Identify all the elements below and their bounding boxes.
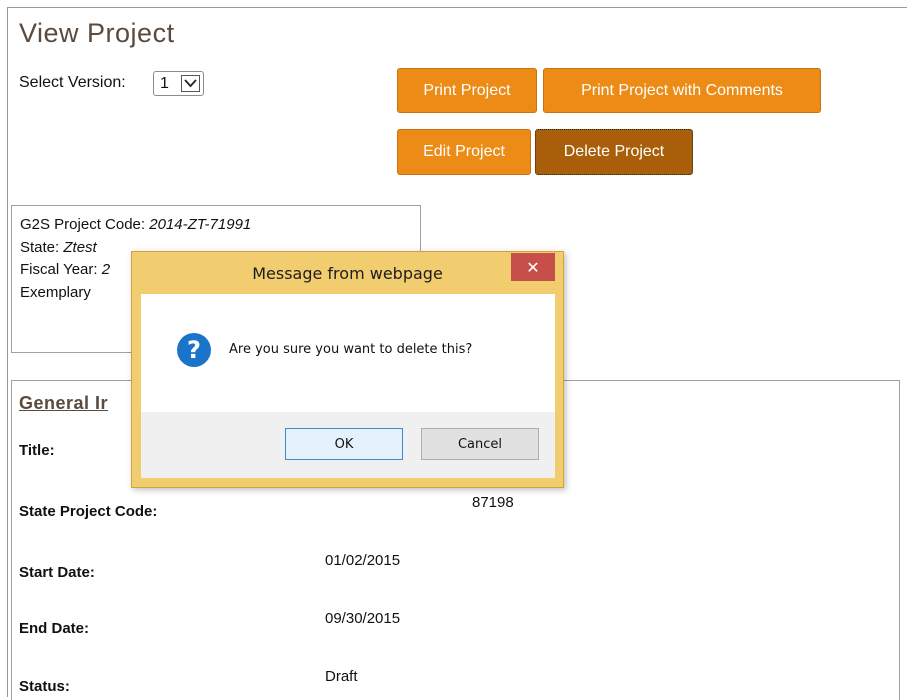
start-date-label: Start Date:	[19, 564, 95, 581]
status-label: Status:	[19, 678, 70, 695]
status-value: Draft	[325, 668, 358, 685]
print-project-button[interactable]: Print Project	[397, 68, 537, 113]
question-icon: ?	[177, 333, 211, 367]
state-label: State:	[20, 238, 60, 256]
fiscal-year-label: Fiscal Year:	[20, 261, 98, 278]
state-value: Ztest	[63, 238, 97, 256]
state-project-code-value: 87198	[472, 494, 514, 511]
project-code-line: G2S Project Code: 2014-ZT-71991	[20, 214, 412, 237]
state-project-code-label: State Project Code:	[19, 503, 158, 520]
ok-button[interactable]: OK	[285, 428, 403, 460]
start-date-value: 01/02/2015	[325, 552, 401, 569]
delete-project-button[interactable]: Delete Project	[535, 129, 693, 175]
close-icon[interactable]: ✕	[511, 253, 555, 281]
end-date-label: End Date:	[19, 620, 90, 637]
page-title: View Project	[19, 18, 175, 48]
project-code-label: G2S Project Code:	[20, 216, 146, 233]
dialog-footer: OK Cancel	[141, 412, 555, 478]
end-date-value: 09/30/2015	[325, 610, 401, 627]
cancel-button[interactable]: Cancel	[421, 428, 539, 460]
fiscal-year-value: 2	[101, 261, 111, 278]
dialog-body: ? Are you sure you want to delete this?	[141, 294, 555, 412]
title-label: Title:	[19, 442, 55, 459]
version-label: Select Version:	[19, 74, 126, 91]
general-info-section-title: General Ir	[19, 393, 109, 413]
dialog-message: Are you sure you want to delete this?	[229, 342, 473, 357]
dialog-title: Message from webpage	[252, 263, 443, 283]
project-code-value: 2014-ZT-71991	[149, 216, 252, 233]
version-select[interactable]: 1	[153, 71, 204, 96]
confirm-dialog: Message from webpage ✕ ? Are you sure yo…	[131, 251, 564, 488]
print-project-with-comments-button[interactable]: Print Project with Comments	[543, 68, 821, 113]
chevron-down-icon[interactable]	[181, 75, 200, 92]
version-selected-value: 1	[160, 74, 169, 92]
edit-project-button[interactable]: Edit Project	[397, 129, 531, 175]
